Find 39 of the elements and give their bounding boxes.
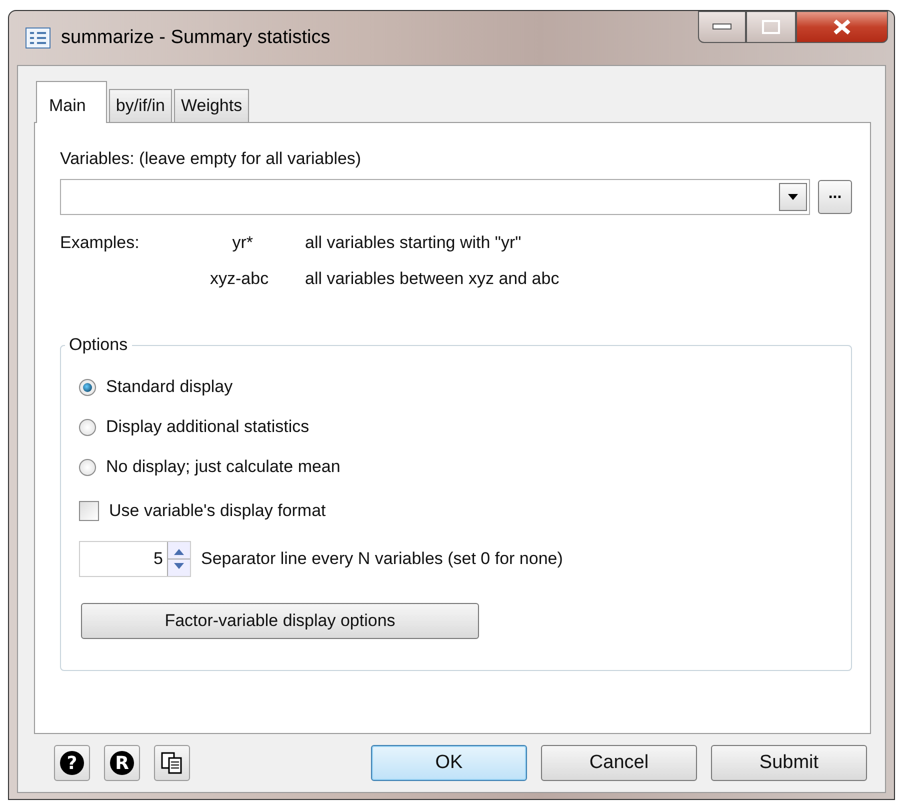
tab[interactable]: Weights (174, 89, 250, 122)
window-title: summarize - Summary statistics (61, 27, 330, 49)
examples-label: Examples: (60, 233, 140, 253)
tab[interactable]: Main (36, 81, 107, 123)
radio-button[interactable] (79, 458, 96, 476)
maximize-icon (762, 20, 780, 34)
dialog-button[interactable]: Submit (711, 745, 867, 781)
variables-label: Variables: (leave empty for all variables) (60, 149, 362, 169)
options-title: Options (68, 335, 129, 355)
checkbox[interactable] (79, 501, 99, 521)
dialog-button[interactable]: Cancel (541, 745, 697, 781)
dropdown-button[interactable] (779, 183, 807, 211)
help-button[interactable]: ? (54, 745, 90, 781)
browse-button[interactable]: ... (818, 180, 852, 214)
window-icon (25, 27, 51, 49)
reset-button[interactable]: R (104, 745, 140, 781)
tab[interactable]: by/if/in (108, 89, 172, 122)
factor-options-button[interactable]: Factor-variable display options (81, 603, 479, 639)
example-description: all variables starting with "yr" (305, 233, 522, 253)
radio-label: Standard display (106, 377, 233, 397)
checkbox-label: Use variable's display format (109, 501, 326, 521)
radio-button[interactable] (79, 378, 96, 396)
radio-button[interactable] (79, 418, 96, 436)
maximize-button[interactable] (746, 11, 796, 43)
documents-icon (160, 751, 184, 775)
dialog-button[interactable]: OK (371, 745, 527, 781)
copy-button[interactable] (154, 745, 190, 781)
minimize-icon (712, 23, 732, 31)
example-description: all variables between xyz and abc (305, 269, 560, 289)
radio-label: Display additional statistics (106, 417, 310, 437)
separator-label: Separator line every N variables (set 0 for none) (201, 549, 563, 569)
radio-label: No display; just calculate mean (106, 457, 340, 477)
minimize-button[interactable] (698, 11, 746, 43)
caret-icon (787, 193, 799, 201)
example-pattern: xyz-abc (210, 269, 270, 289)
number-spinner[interactable]: 5 (79, 541, 191, 577)
close-icon (832, 19, 852, 35)
example-pattern: yr* (231, 233, 254, 253)
close-button[interactable] (796, 11, 888, 43)
